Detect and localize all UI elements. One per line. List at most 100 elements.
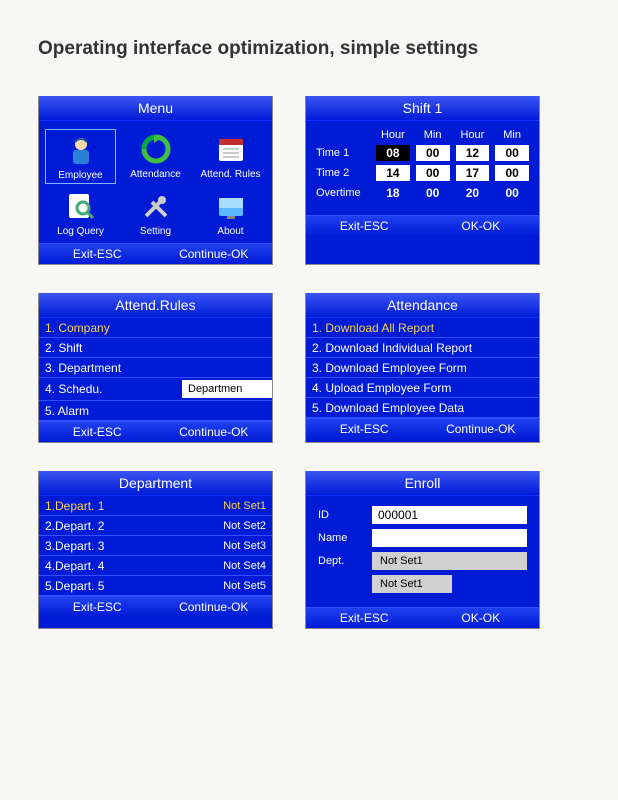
exit-button[interactable]: Exit-ESC [306, 422, 423, 436]
calendar-icon [213, 131, 249, 167]
menu-label: About [217, 226, 243, 237]
list-item[interactable]: 5. Download Employee Data [306, 398, 539, 418]
list-item[interactable]: 2. Download Individual Report [306, 338, 539, 358]
row-label: Overtime [316, 187, 370, 199]
dept-value: Not Set5 [223, 580, 266, 592]
dept-value: Not Set3 [223, 540, 266, 552]
row-label: Time 1 [316, 147, 370, 159]
list-item[interactable]: 5. Alarm [39, 401, 272, 421]
shift-row-time2: Time 2 14 00 17 00 [316, 165, 529, 181]
list-item[interactable]: 3. Department [39, 358, 272, 378]
exit-button[interactable]: Exit-ESC [306, 611, 423, 625]
time-cell[interactable]: 00 [416, 145, 450, 161]
dept-value: Not Set2 [223, 520, 266, 532]
exit-button[interactable]: Exit-ESC [39, 247, 156, 261]
list-item[interactable]: 4. Schedu.Departmen [39, 378, 272, 401]
menu-footer: Exit-ESC Continue-OK [39, 243, 272, 264]
id-label: ID [318, 509, 364, 521]
time-cell[interactable]: 00 [495, 165, 529, 181]
menu-item-log-query[interactable]: Log Query [45, 186, 116, 239]
list-item[interactable]: 2.Depart. 2Not Set2 [39, 516, 272, 536]
dept-value: Not Set4 [223, 560, 266, 572]
shift-row-overtime: Overtime 18 00 20 00 [316, 185, 529, 201]
menu-item-employee[interactable]: Employee [45, 129, 116, 184]
list-item[interactable]: 1. Company [39, 318, 272, 338]
dept-label: Dept. [318, 555, 364, 567]
menu-icons: Employee Attendance Attend. Rules Log Qu… [39, 121, 272, 243]
enroll-footer: Exit-ESC OK-OK [306, 607, 539, 628]
shift-row-time1: Time 1 08 00 12 00 [316, 145, 529, 161]
shift-body: Hour Min Hour Min Time 1 08 00 12 00 Tim… [306, 121, 539, 215]
col-header: Min [416, 129, 450, 141]
list-item[interactable]: 3. Download Employee Form [306, 358, 539, 378]
dept-value: Not Set1 [223, 500, 266, 512]
ok-button[interactable]: OK-OK [423, 219, 540, 233]
dept-select[interactable]: Not Set1 [372, 552, 527, 570]
attendance-panel: Attendance 1. Download All Report 2. Dow… [305, 293, 540, 443]
menu-item-attend-rules[interactable]: Attend. Rules [195, 129, 266, 184]
menu-label: Attend. Rules [200, 169, 260, 180]
time-cell[interactable]: 12 [456, 145, 490, 161]
attendance-title: Attendance [306, 293, 539, 318]
shift-footer: Exit-ESC OK-OK [306, 215, 539, 236]
continue-button[interactable]: Continue-OK [156, 247, 273, 261]
time-cell[interactable]: 00 [495, 185, 529, 201]
enroll-title: Enroll [306, 471, 539, 496]
time-cell[interactable]: 20 [456, 185, 490, 201]
name-field[interactable] [372, 529, 527, 547]
time-cell[interactable]: 14 [376, 165, 410, 181]
list-item[interactable]: 2. Shift [39, 338, 272, 358]
time-cell[interactable]: 08 [376, 145, 410, 161]
attendance-icon [138, 131, 174, 167]
menu-item-about[interactable]: About [195, 186, 266, 239]
enroll-body: ID 000001 Name Dept. Not Set1 Not Set1 [306, 496, 539, 607]
tools-icon [138, 188, 174, 224]
list-item[interactable]: 1. Download All Report [306, 318, 539, 338]
list-item[interactable]: 4. Upload Employee Form [306, 378, 539, 398]
department-panel: Department 1.Depart. 1Not Set1 2.Depart.… [38, 471, 273, 629]
department-title: Department [39, 471, 272, 496]
time-cell[interactable]: 00 [416, 165, 450, 181]
exit-button[interactable]: Exit-ESC [306, 219, 423, 233]
attend-rules-footer: Exit-ESC Continue-OK [39, 421, 272, 442]
menu-title: Menu [39, 96, 272, 121]
menu-label: Attendance [130, 169, 181, 180]
attend-rules-list: 1. Company 2. Shift 3. Department 4. Sch… [39, 318, 272, 421]
col-header: Min [495, 129, 529, 141]
list-item[interactable]: 1.Depart. 1Not Set1 [39, 496, 272, 516]
ok-button[interactable]: OK-OK [423, 611, 540, 625]
name-label: Name [318, 532, 364, 544]
list-item[interactable]: 5.Depart. 5Not Set5 [39, 576, 272, 596]
panel-grid: Menu Employee Attendance Attend. Rules [38, 96, 580, 629]
attendance-footer: Exit-ESC Continue-OK [306, 418, 539, 439]
col-header: Hour [456, 129, 490, 141]
col-header: Hour [376, 129, 410, 141]
time-cell[interactable]: 18 [376, 185, 410, 201]
id-field[interactable]: 000001 [372, 506, 527, 524]
menu-panel: Menu Employee Attendance Attend. Rules [38, 96, 273, 265]
page-heading: Operating interface optimization, simple… [38, 38, 580, 60]
department-list: 1.Depart. 1Not Set1 2.Depart. 2Not Set2 … [39, 496, 272, 596]
employee-icon [63, 132, 99, 168]
continue-button[interactable]: Continue-OK [423, 422, 540, 436]
menu-item-setting[interactable]: Setting [120, 186, 191, 239]
continue-button[interactable]: Continue-OK [156, 425, 273, 439]
attend-rules-title: Attend.Rules [39, 293, 272, 318]
enroll-button[interactable]: Not Set1 [372, 575, 452, 593]
time-cell[interactable]: 00 [416, 185, 450, 201]
menu-label: Setting [140, 226, 171, 237]
exit-button[interactable]: Exit-ESC [39, 600, 156, 614]
exit-button[interactable]: Exit-ESC [39, 425, 156, 439]
popup-value: Departmen [182, 380, 272, 398]
time-cell[interactable]: 17 [456, 165, 490, 181]
about-icon [213, 188, 249, 224]
row-label: Time 2 [316, 167, 370, 179]
shift-title: Shift 1 [306, 96, 539, 121]
continue-button[interactable]: Continue-OK [156, 600, 273, 614]
list-item[interactable]: 4.Depart. 4Not Set4 [39, 556, 272, 576]
menu-item-attendance[interactable]: Attendance [120, 129, 191, 184]
list-item[interactable]: 3.Depart. 3Not Set3 [39, 536, 272, 556]
time-cell[interactable]: 00 [495, 145, 529, 161]
enroll-panel: Enroll ID 000001 Name Dept. Not Set1 Not… [305, 471, 540, 629]
search-icon [63, 188, 99, 224]
